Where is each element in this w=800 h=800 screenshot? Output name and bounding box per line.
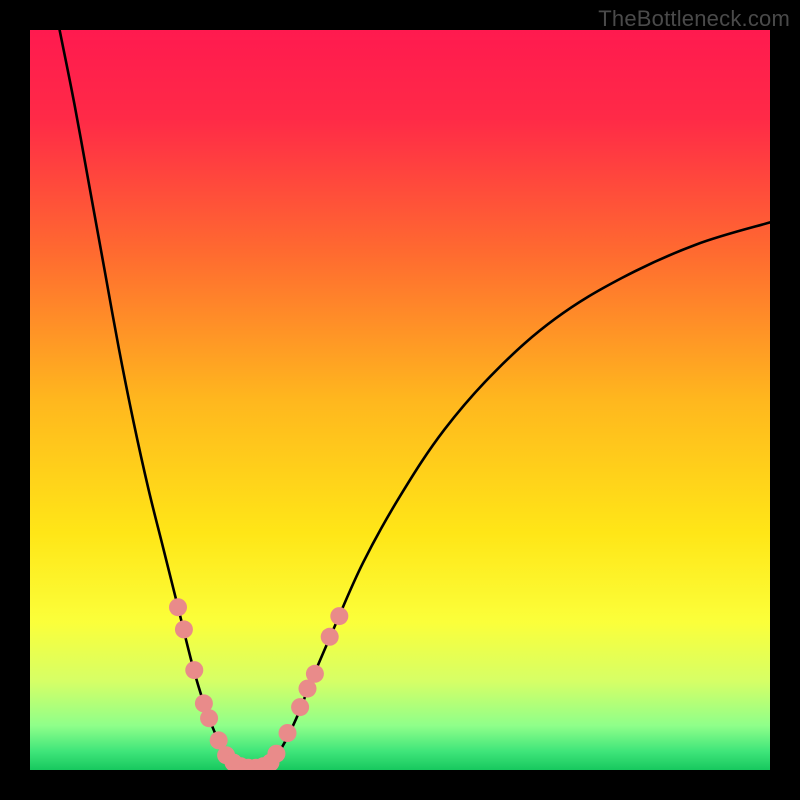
marker-dot: [185, 661, 203, 679]
marker-dot: [306, 665, 324, 683]
gradient-background: [30, 30, 770, 770]
watermark-text: TheBottleneck.com: [598, 6, 790, 32]
marker-dot: [279, 724, 297, 742]
marker-dot: [321, 628, 339, 646]
marker-dot: [169, 598, 187, 616]
marker-dot: [267, 745, 285, 763]
outer-frame: TheBottleneck.com: [0, 0, 800, 800]
marker-dot: [291, 698, 309, 716]
plot-area: [30, 30, 770, 770]
marker-dot: [175, 620, 193, 638]
marker-dot: [200, 709, 218, 727]
chart-svg: [30, 30, 770, 770]
marker-dot: [330, 607, 348, 625]
